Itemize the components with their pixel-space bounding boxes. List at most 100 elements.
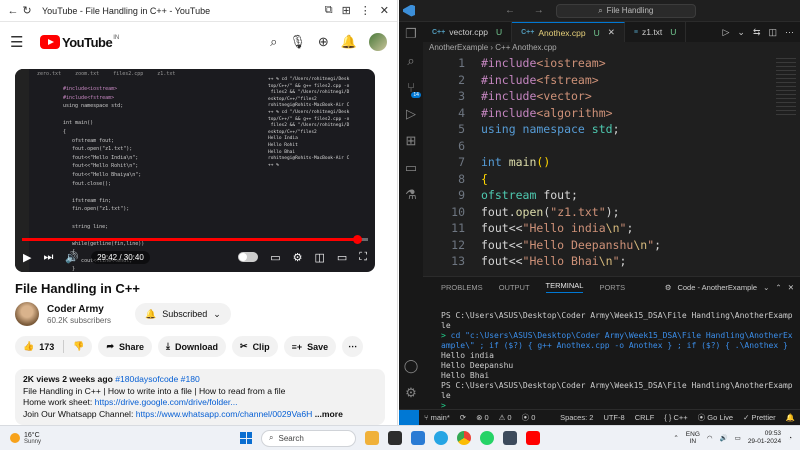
tray-chevron-icon[interactable]: ⌃	[673, 434, 678, 442]
battery-icon[interactable]: ▭	[735, 434, 741, 442]
vscode-taskbar-icon[interactable]	[411, 431, 425, 445]
video-scrubber[interactable]	[352, 235, 362, 244]
notification-icon[interactable]: ◔	[788, 435, 792, 442]
tab-vector-cpp[interactable]: C++ vector.cpp U	[423, 22, 513, 42]
close-tab-icon[interactable]: ✕	[608, 27, 615, 38]
volume-icon[interactable]: 🔊	[65, 251, 79, 264]
more-actions-button[interactable]: ⋯	[342, 336, 364, 357]
search-view-icon[interactable]: ⌕	[407, 53, 414, 69]
eol-status[interactable]: CRLF	[630, 413, 660, 422]
share-button[interactable]: ➦ Share	[98, 336, 153, 357]
hashtags[interactable]: #180daysofcode #180	[115, 374, 200, 384]
thumbs-down-icon[interactable]: 👎	[73, 341, 84, 352]
prettier-status[interactable]: ✓ Prettier	[738, 413, 781, 422]
whatsapp-icon[interactable]	[480, 431, 494, 445]
explorer-icon[interactable]: ❐	[405, 26, 417, 42]
captions-icon[interactable]: ▭	[270, 251, 280, 264]
fullscreen-icon[interactable]: ⛶	[359, 251, 367, 264]
minimap[interactable]	[776, 58, 796, 118]
theater-mode-icon[interactable]: ▭	[337, 251, 347, 264]
tab-z1-txt[interactable]: ≡ z1.txt U	[625, 22, 687, 42]
remote-indicator-icon[interactable]	[399, 409, 419, 426]
extensions-icon[interactable]: ⊞	[406, 133, 417, 149]
create-icon[interactable]: ⊕	[318, 34, 329, 50]
notifications-bell-icon[interactable]: 🔔	[781, 413, 800, 422]
hamburger-menu-icon[interactable]: ☰	[10, 33, 32, 51]
description-box[interactable]: 2K views 2 weeks ago #180daysofcode #180…	[15, 369, 385, 425]
homework-link[interactable]: https://drive.google.com/drive/folder...	[95, 397, 238, 407]
notifications-bell-icon[interactable]: 🔔	[341, 34, 357, 50]
account-avatar[interactable]	[369, 33, 387, 51]
accounts-icon[interactable]: ◯	[404, 358, 419, 374]
miniplayer-icon[interactable]: ◫	[314, 251, 324, 264]
terminal-app-icon[interactable]	[503, 431, 517, 445]
task-view-icon[interactable]	[388, 431, 402, 445]
manage-gear-icon[interactable]: ⚙	[405, 385, 417, 401]
source-control-icon[interactable]: ⑂	[407, 80, 421, 98]
chevron-down-icon[interactable]: ⌄	[763, 283, 769, 292]
run-debug-icon[interactable]: ▷	[406, 106, 416, 122]
channel-avatar[interactable]	[15, 302, 39, 326]
back-arrow-icon[interactable]: ←	[6, 5, 20, 17]
reload-icon[interactable]: ↻	[20, 4, 34, 17]
show-more-link[interactable]: ...more	[315, 409, 343, 419]
weather-widget[interactable]: 16°C Sunny	[10, 432, 41, 445]
run-code-icon[interactable]: ▷	[722, 27, 729, 38]
copilot-icon[interactable]	[365, 431, 379, 445]
share-page-icon[interactable]: ⧉	[325, 4, 333, 17]
save-button[interactable]: ≡+ Save	[283, 336, 337, 357]
testing-icon[interactable]: ⚗	[405, 187, 417, 203]
download-button[interactable]: ⤓ Download	[158, 336, 227, 357]
tab-ports[interactable]: PORTS	[599, 283, 625, 292]
indentation-status[interactable]: Spaces: 2	[555, 413, 598, 422]
autoplay-toggle[interactable]	[238, 252, 259, 262]
errors-status[interactable]: ⊗ 0	[471, 413, 494, 422]
clock[interactable]: 09:53 29-01-2024	[748, 430, 781, 446]
channel-name[interactable]: Coder Army	[47, 304, 111, 315]
chrome-icon[interactable]	[457, 431, 471, 445]
youtube-logo[interactable]: YouTube IN	[40, 35, 119, 50]
taskbar-search[interactable]: ⌕ Search	[261, 429, 356, 447]
more-actions-icon[interactable]: ⋯	[785, 27, 794, 38]
warnings-status[interactable]: ⚠ 0	[494, 413, 517, 422]
next-icon[interactable]: ⏭	[43, 251, 53, 264]
sync-icon[interactable]: ⟳	[455, 413, 471, 422]
thumbs-up-icon[interactable]: 👍	[23, 341, 34, 352]
maximize-panel-icon[interactable]: ⌃	[775, 283, 781, 292]
terminal-name[interactable]: Code - AnotherExample	[677, 283, 757, 292]
windows-start-icon[interactable]	[240, 432, 252, 444]
clip-button[interactable]: ✂ Clip	[232, 336, 278, 357]
nav-arrows-icon[interactable]: ← →	[505, 5, 552, 16]
close-panel-icon[interactable]: ✕	[788, 283, 794, 292]
menu-dots-icon[interactable]: ⋮	[360, 4, 371, 17]
video-progress-bar[interactable]	[22, 235, 368, 244]
subscribed-button[interactable]: 🔔 Subscribed ⌄	[135, 303, 231, 325]
split-editor-icon[interactable]: ◫	[768, 27, 777, 38]
terminal-output[interactable]: PS C:\Users\ASUS\Desktop\Coder Army\Week…	[441, 311, 796, 411]
encoding-status[interactable]: UTF-8	[598, 413, 629, 422]
remote-explorer-icon[interactable]: ▭	[405, 160, 417, 176]
whatsapp-link[interactable]: https://www.whatsapp.com/channel/0029Va6…	[136, 409, 313, 419]
youtube-app-icon[interactable]	[526, 431, 540, 445]
breadcrumb[interactable]: AnotherExample › C++ Anothex.cpp	[429, 43, 557, 52]
wifi-icon[interactable]: ◠	[707, 434, 713, 442]
picture-in-picture-icon[interactable]: ⊞	[342, 4, 351, 17]
tab-anothex-cpp[interactable]: C++ Anothex.cpp U ✕	[512, 22, 625, 42]
close-window-icon[interactable]: ✕	[380, 4, 389, 17]
language-indicator[interactable]: ENG IN	[686, 431, 700, 445]
like-count[interactable]: 173	[39, 342, 54, 352]
branch-status[interactable]: ⑂ main*	[419, 413, 455, 422]
tab-terminal[interactable]: TERMINAL	[545, 281, 584, 293]
ports-status[interactable]: ⦿ 0	[517, 412, 541, 423]
search-icon[interactable]: ⌕	[270, 34, 277, 50]
tab-output[interactable]: OUTPUT	[499, 283, 530, 292]
play-icon[interactable]: ▶	[23, 251, 31, 264]
speaker-icon[interactable]: 🔊	[720, 434, 728, 442]
compare-icon[interactable]: ⇆	[753, 27, 761, 38]
telegram-icon[interactable]	[434, 431, 448, 445]
dropdown-chevron-icon[interactable]: ⌄	[737, 27, 745, 38]
settings-gear-icon[interactable]: ⚙	[293, 251, 303, 264]
tab-problems[interactable]: PROBLEMS	[441, 283, 483, 292]
video-player[interactable]: zero.txt zoom.txt files2.cpp z1.txt #includ…	[15, 69, 375, 272]
code-editor[interactable]: 1 2 3 4 5 6 7 8 9 10 11 12 13 #include<iostream> #in…	[423, 56, 800, 276]
